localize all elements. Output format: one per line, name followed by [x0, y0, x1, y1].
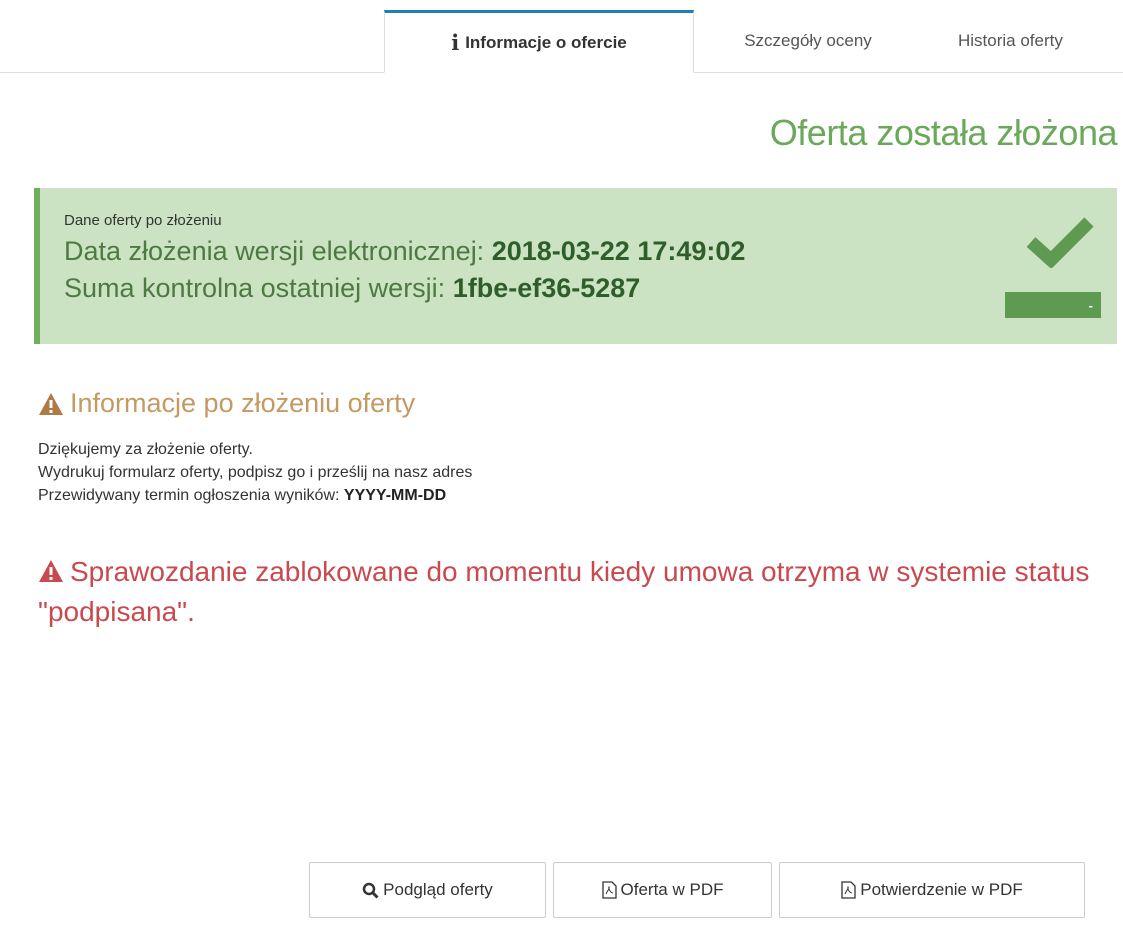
preview-offer-label: Podgląd oferty [383, 880, 493, 899]
results-date-label: Przewidywany termin ogłoszenia wyników: [38, 487, 344, 504]
submission-checksum-label: Suma kontrolna ostatniej wersji: [64, 273, 453, 303]
submission-date-line: Data złożenia wersji elektronicznej: 201… [64, 233, 1117, 270]
submission-date-label: Data złożenia wersji elektronicznej: [64, 236, 492, 266]
info-line-print: Wydrukuj formularz oferty, podpisz go i … [38, 464, 473, 481]
status-bar-text: - [1088, 297, 1093, 313]
pdf-file-icon [601, 881, 617, 899]
warning-icon [39, 392, 63, 415]
results-date-value: YYYY-MM-DD [343, 487, 447, 504]
report-blocked-text: Sprawozdanie zablokowane do momentu kied… [38, 556, 1090, 627]
confirmation-pdf-label: Potwierdzenie w PDF [860, 880, 1023, 899]
tab-label: Szczegóły oceny [744, 31, 872, 50]
info-icon: i [451, 30, 460, 55]
submission-caption: Dane oferty po złożeniu [64, 212, 222, 229]
report-blocked-alert: Sprawozdanie zablokowane do momentu kied… [38, 552, 1098, 632]
tab-szczegoly-oceny[interactable]: Szczegóły oceny [694, 10, 922, 72]
offer-pdf-button[interactable]: Oferta w PDF [553, 862, 772, 918]
info-heading: Informacje po złożeniu oferty [38, 388, 415, 419]
confirmation-pdf-button[interactable]: Potwierdzenie w PDF [779, 862, 1085, 918]
submission-date-value: 2018-03-22 17:49:02 [491, 236, 746, 266]
info-line-results: Przewidywany termin ogłoszenia wyników: … [38, 484, 472, 507]
submission-checksum-value: 1fbe-ef36-5287 [452, 273, 641, 303]
info-line-thanks: Dziękujemy za złożenie oferty. [38, 441, 253, 458]
tab-bar: i Informacje o ofercie Szczegóły oceny H… [0, 10, 1123, 73]
offer-pdf-label: Oferta w PDF [620, 880, 724, 899]
status-bar-icon: - [1005, 292, 1101, 318]
info-heading-text: Informacje po złożeniu oferty [70, 388, 416, 418]
preview-offer-button[interactable]: Podgląd oferty [309, 862, 546, 918]
search-icon [362, 882, 379, 899]
warning-icon [39, 560, 63, 582]
info-text: Dziękujemy za złożenie oferty. Wydrukuj … [38, 438, 472, 507]
pdf-file-icon [841, 881, 856, 899]
tab-informacje-o-ofercie[interactable]: i Informacje o ofercie [384, 10, 694, 73]
tab-historia-oferty[interactable]: Historia oferty [922, 10, 1123, 72]
submission-checksum-line: Suma kontrolna ostatniej wersji: 1fbe-ef… [64, 270, 1117, 307]
tab-label: Informacje o ofercie [465, 32, 627, 52]
tab-label: Historia oferty [958, 31, 1063, 50]
page-title: Oferta została złożona [769, 112, 1118, 153]
submission-summary-box: Dane oferty po złożeniu Data złożenia we… [34, 188, 1117, 344]
checkmark-icon [1026, 217, 1094, 268]
